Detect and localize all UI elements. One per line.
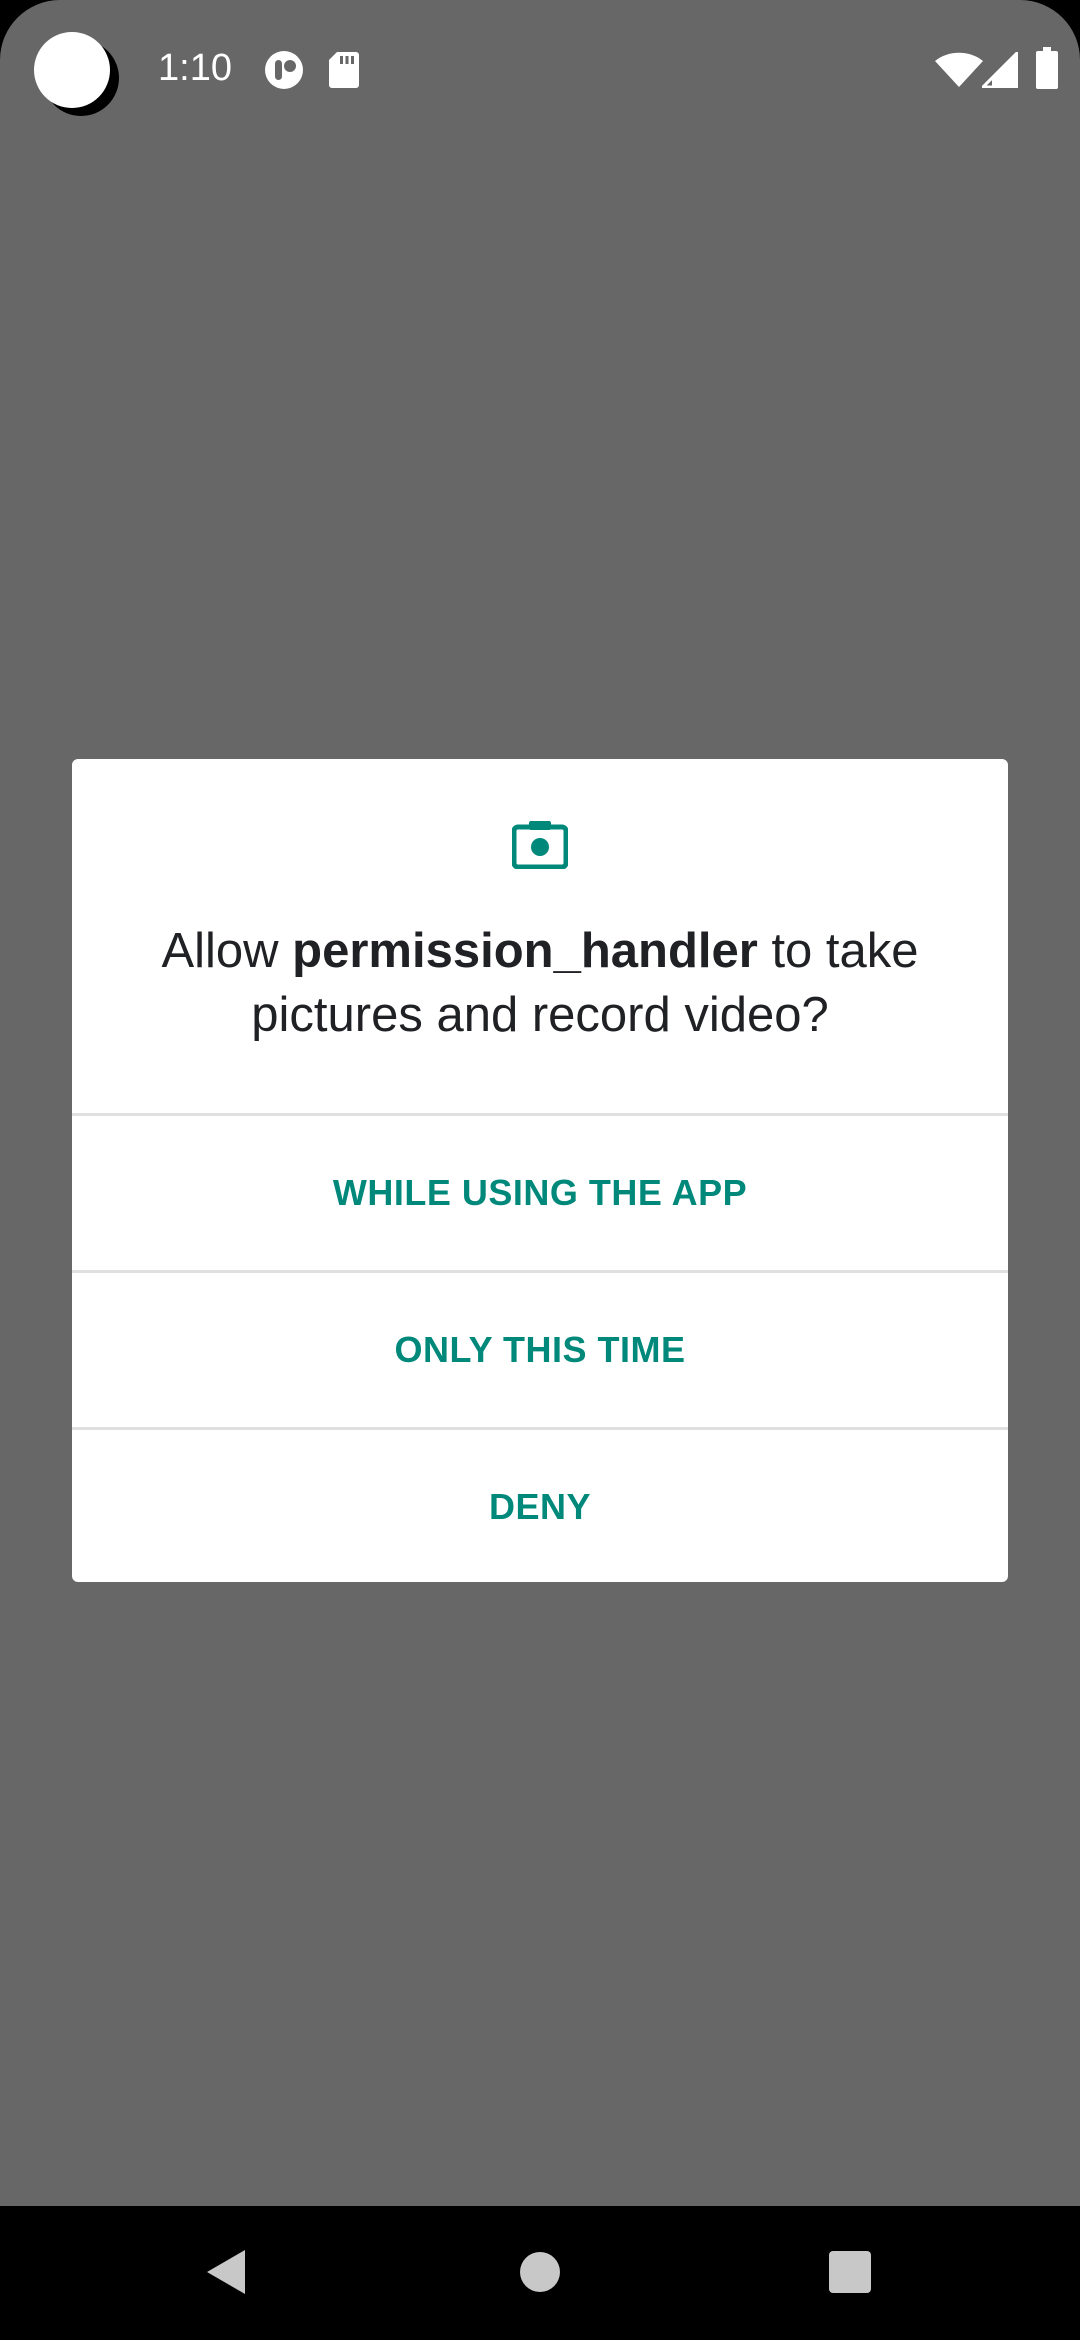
recents-icon <box>829 2251 871 2293</box>
app-notification-icon <box>265 51 303 89</box>
status-time: 1:10 <box>158 47 232 89</box>
while-using-the-app-button[interactable]: WHILE USING THE APP <box>72 1116 1008 1270</box>
dialog-title: Allow permission_handler to take picture… <box>112 919 968 1047</box>
status-bar: 1:10 <box>0 0 1080 140</box>
cell-signal-icon <box>982 52 1018 88</box>
deny-button[interactable]: DENY <box>72 1430 1008 1582</box>
front-camera-cutout <box>34 32 110 108</box>
recents-button[interactable] <box>808 2230 892 2314</box>
home-button[interactable] <box>498 2230 582 2314</box>
navigation-bar <box>0 2206 1080 2340</box>
battery-icon <box>1036 47 1058 89</box>
dialog-app-name: permission_handler <box>292 924 758 978</box>
dialog-title-prefix: Allow <box>161 924 293 978</box>
screen: 1:10 Allow permission_handler to take pi… <box>0 0 1080 2340</box>
back-icon <box>207 2250 245 2294</box>
permission-dialog: Allow permission_handler to take picture… <box>72 759 1008 1582</box>
camera-icon <box>512 821 568 869</box>
home-icon <box>520 2252 560 2292</box>
back-button[interactable] <box>184 2230 268 2314</box>
wifi-icon <box>935 52 983 87</box>
dialog-header: Allow permission_handler to take picture… <box>72 759 1008 1113</box>
only-this-time-button[interactable]: ONLY THIS TIME <box>72 1273 1008 1427</box>
sd-card-icon <box>329 52 359 88</box>
